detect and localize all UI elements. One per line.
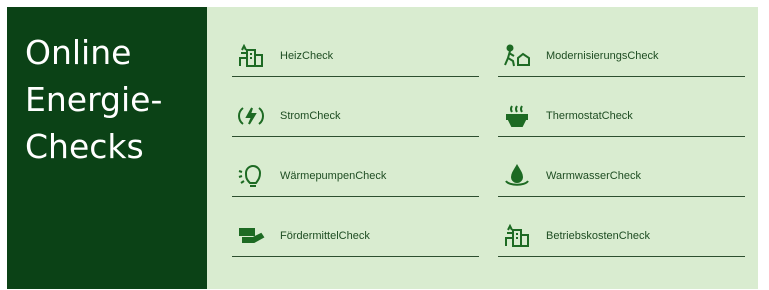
link-label: WärmepumpenCheck <box>280 169 387 182</box>
link-stromcheck[interactable]: StromCheck <box>232 95 479 137</box>
building-icon <box>236 42 266 70</box>
title-line: Online <box>25 33 132 72</box>
link-label: BetriebskostenCheck <box>546 229 650 242</box>
energy-checks-widget: Online Energie- Checks HeizCheck Moderni… <box>7 7 758 289</box>
link-label: HeizCheck <box>280 49 334 62</box>
link-betriebskostencheck[interactable]: BetriebskostenCheck <box>498 215 745 257</box>
link-modernisierungscheck[interactable]: ModernisierungsCheck <box>498 35 745 77</box>
lightbulb-icon <box>236 162 266 190</box>
water-drop-icon <box>502 162 532 190</box>
link-foerdermittelcheck[interactable]: FördermittelCheck <box>232 215 479 257</box>
link-heizcheck[interactable]: HeizCheck <box>232 35 479 77</box>
link-waermepumpencheck[interactable]: WärmepumpenCheck <box>232 155 479 197</box>
link-label: ThermostatCheck <box>546 109 633 122</box>
title-line: Energie- <box>25 80 163 119</box>
money-hand-icon <box>236 222 266 250</box>
lightning-icon <box>236 102 266 130</box>
link-label: StromCheck <box>280 109 341 122</box>
link-thermostatcheck[interactable]: ThermostatCheck <box>498 95 745 137</box>
building-icon <box>502 222 532 250</box>
link-label: FördermittelCheck <box>280 229 370 242</box>
panel-title: Online Energie- Checks <box>25 29 162 170</box>
link-label: WarmwasserCheck <box>546 169 641 182</box>
link-label: ModernisierungsCheck <box>546 49 659 62</box>
title-panel: Online Energie- Checks <box>7 7 207 289</box>
worker-icon <box>502 42 532 70</box>
heat-icon <box>502 102 532 130</box>
link-warmwassercheck[interactable]: WarmwasserCheck <box>498 155 745 197</box>
title-line: Checks <box>25 127 144 166</box>
